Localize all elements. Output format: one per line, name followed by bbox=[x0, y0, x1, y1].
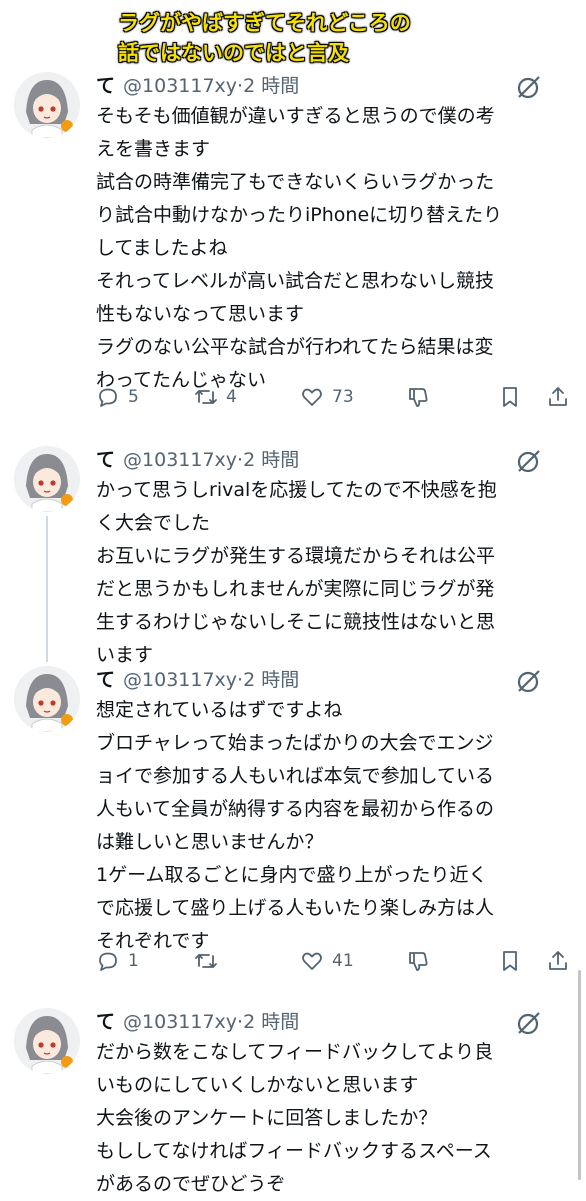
action-bar: 1 41 bbox=[96, 946, 572, 976]
text-line: 試合の時準備完了もできないくらいラグかった bbox=[96, 171, 495, 193]
share-icon bbox=[549, 387, 567, 406]
text-line: 性もないなって思います bbox=[96, 303, 305, 325]
action-bar: 5 4 73 bbox=[96, 382, 572, 412]
tweet-text: かって思うしrivalを応援してたので不快感を抱 く大会でした お互いにラグが発… bbox=[96, 474, 566, 672]
handle[interactable]: @103117xy bbox=[123, 75, 237, 97]
handle[interactable]: @103117xy bbox=[123, 669, 237, 691]
retweet-icon bbox=[195, 390, 217, 404]
text-line: ラグのない公平な試合が行われてたら結果は変 bbox=[96, 336, 494, 358]
downvote-button[interactable] bbox=[406, 946, 430, 976]
text-line: り試合中動けなかったりiPhoneに切り替えたり bbox=[96, 204, 503, 226]
like-button[interactable]: 41 bbox=[300, 946, 354, 976]
display-name[interactable]: て bbox=[96, 449, 115, 471]
tweet-text: 想定されているはずですよね ブロチャレって始まったばかりの大会でエンジ ョイで参… bbox=[96, 694, 566, 958]
share-button[interactable] bbox=[546, 946, 570, 976]
avatar[interactable] bbox=[14, 1008, 80, 1074]
downvote-button[interactable] bbox=[406, 382, 430, 412]
text-line: かって思うしrivalを応援してたので不快感を抱 bbox=[96, 479, 497, 501]
tweet-header: て @103117xy·2 時間 bbox=[96, 72, 299, 100]
retweet-icon bbox=[195, 954, 217, 968]
text-line: お互いにラグが発生する環境だからそれは公平 bbox=[96, 545, 496, 567]
display-name[interactable]: て bbox=[96, 75, 115, 97]
text-line: 大会後のアンケートに回答しましたか？ bbox=[96, 1107, 438, 1129]
text-line: ョイで参加する人もいれば本気で参加している bbox=[96, 765, 495, 787]
like-count: 41 bbox=[332, 951, 354, 971]
text-line: 生するわけじゃないしそこに競技性はないと思 bbox=[96, 611, 496, 633]
reply-button[interactable]: 5 bbox=[96, 382, 139, 412]
bookmark-button[interactable] bbox=[498, 946, 522, 976]
grok-icon[interactable] bbox=[516, 448, 542, 474]
timestamp[interactable]: 2 時間 bbox=[243, 75, 299, 97]
reply-count: 1 bbox=[128, 951, 139, 971]
retweet-button[interactable] bbox=[194, 946, 226, 976]
thumbs-down-icon bbox=[409, 952, 428, 971]
bookmark-icon bbox=[503, 387, 517, 407]
text-line: で応援して盛り上げる人もいたり楽しみ方は人 bbox=[96, 897, 495, 919]
text-line: それってレベルが高い試合だと思わないし競技 bbox=[96, 270, 495, 292]
grok-icon[interactable] bbox=[516, 1010, 542, 1036]
text-line: してましたよね bbox=[96, 237, 228, 259]
share-icon bbox=[549, 951, 567, 970]
heart-icon bbox=[302, 952, 322, 970]
text-line: ブロチャレって始まったばかりの大会でエンジ bbox=[96, 732, 494, 754]
like-count: 73 bbox=[332, 387, 354, 407]
text-line: 1ゲーム取るごとに身内で盛り上がったり近く bbox=[96, 864, 488, 886]
grok-icon[interactable] bbox=[516, 668, 542, 694]
text-line: く大会でした bbox=[96, 512, 211, 534]
thread-line bbox=[46, 516, 48, 662]
retweet-count: 4 bbox=[226, 387, 237, 407]
grok-icon[interactable] bbox=[516, 74, 542, 100]
tweet-text: そもそも価値観が違いすぎると思うので僕の考 えを書きます 試合の時準備完了もでき… bbox=[96, 100, 566, 397]
text-line: いものにしていくしかないと思います bbox=[96, 1074, 419, 1096]
text-line: 想定されているはずですよね bbox=[96, 699, 343, 721]
text-line: があるのでぜひどうぞ bbox=[96, 1173, 286, 1195]
avatar[interactable] bbox=[14, 666, 80, 732]
display-name[interactable]: て bbox=[96, 1011, 115, 1033]
heart-icon bbox=[302, 388, 322, 406]
reply-count: 5 bbox=[128, 387, 139, 407]
tweet-text: だから数をこなしてフィードバックしてより良 いものにしていくしかないと思います … bbox=[96, 1036, 566, 1201]
text-line: だから数をこなしてフィードバックしてより良 bbox=[96, 1041, 494, 1063]
like-button[interactable]: 73 bbox=[300, 382, 354, 412]
bookmark-icon bbox=[503, 951, 517, 971]
tweet-header: て @103117xy·2 時間 bbox=[96, 1008, 299, 1036]
reply-icon bbox=[99, 952, 117, 971]
timestamp[interactable]: 2 時間 bbox=[243, 1011, 299, 1033]
text-line: は難しいと思いませんか？ bbox=[96, 831, 324, 853]
tweet-header: て @103117xy·2 時間 bbox=[96, 446, 299, 474]
timestamp[interactable]: 2 時間 bbox=[243, 449, 299, 471]
bookmark-button[interactable] bbox=[498, 382, 522, 412]
reply-icon bbox=[99, 388, 117, 407]
text-line: そもそも価値観が違いすぎると思うので僕の考 bbox=[96, 105, 495, 127]
caption-line-1: ラグがやばすぎてそれどころの bbox=[118, 11, 411, 35]
avatar[interactable] bbox=[14, 72, 80, 138]
thumbs-down-icon bbox=[409, 388, 428, 407]
text-line: えを書きます bbox=[96, 138, 211, 160]
share-button[interactable] bbox=[546, 382, 570, 412]
caption-line-2: 話ではないのではと言及 bbox=[118, 41, 349, 65]
scrollbar[interactable] bbox=[578, 970, 581, 1180]
handle[interactable]: @103117xy bbox=[123, 449, 237, 471]
text-line: 人もいて全員が納得する内容を最初から作るの bbox=[96, 798, 495, 820]
tweet-header: て @103117xy·2 時間 bbox=[96, 666, 299, 694]
retweet-button[interactable]: 4 bbox=[194, 382, 237, 412]
handle[interactable]: @103117xy bbox=[123, 1011, 237, 1033]
text-line: だと思うかもしれませんが実際に同じラグが発 bbox=[96, 578, 495, 600]
caption-overlay: ラグがやばすぎてそれどころの 話ではないのではと言及 bbox=[118, 8, 478, 68]
display-name[interactable]: て bbox=[96, 669, 115, 691]
timestamp[interactable]: 2 時間 bbox=[243, 669, 299, 691]
text-line: もししてなければフィードバックするスペース bbox=[96, 1140, 492, 1162]
avatar[interactable] bbox=[14, 446, 80, 512]
reply-button[interactable]: 1 bbox=[96, 946, 139, 976]
